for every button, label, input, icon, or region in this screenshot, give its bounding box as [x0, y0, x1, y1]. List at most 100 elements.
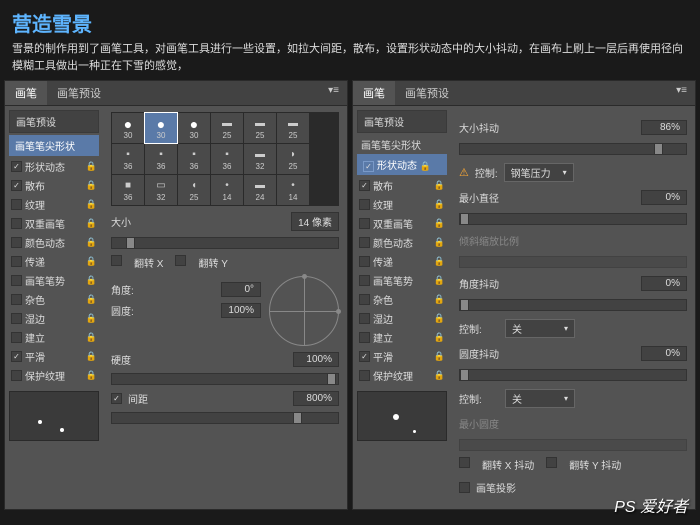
brush-tip-10[interactable]: ▬32 [244, 144, 276, 174]
tab-presets-r[interactable]: 画笔预设 [395, 81, 459, 105]
sidebar-cb-1[interactable] [359, 180, 370, 191]
sidebar-cb-4[interactable] [359, 237, 370, 248]
brush-tip-8[interactable]: ▪36 [178, 144, 210, 174]
brush-tip-5[interactable]: ▬25 [277, 113, 309, 143]
sidebar-item-4[interactable]: 颜色动态🔒 [9, 233, 99, 252]
angle-jitter-slider[interactable] [459, 299, 687, 311]
brush-tip-1[interactable]: ●30 [145, 113, 177, 143]
hardness-slider[interactable] [111, 373, 339, 385]
spacing-value[interactable]: 800% [293, 391, 339, 406]
brush-tip-17[interactable]: •14 [277, 175, 309, 205]
spacing-slider[interactable] [111, 412, 339, 424]
sidebar-item-2[interactable]: 纹理🔒 [9, 195, 99, 214]
shape-dynamics-active[interactable]: 形状动态 🔒 [357, 154, 447, 175]
sidebar-cb-11[interactable] [11, 370, 22, 381]
brush-projection-cb[interactable] [459, 482, 470, 493]
brush-tip-3[interactable]: ▬25 [211, 113, 243, 143]
sidebar-item-11[interactable]: 保护纹理🔒 [357, 366, 447, 385]
sidebar-item-5[interactable]: 传递🔒 [9, 252, 99, 271]
brush-tip-15[interactable]: •14 [211, 175, 243, 205]
sidebar-cb-8[interactable] [359, 313, 370, 324]
sidebar-item-4[interactable]: 颜色动态🔒 [357, 233, 447, 252]
brush-tip-11[interactable]: ◗25 [277, 144, 309, 174]
spacing-checkbox[interactable] [111, 393, 122, 404]
sidebar-cb-10[interactable] [11, 351, 22, 362]
sidebar-cb-6[interactable] [11, 275, 22, 286]
flipx-checkbox[interactable] [111, 255, 122, 266]
tab-presets[interactable]: 画笔预设 [47, 81, 111, 105]
panel-menu-icon-r[interactable]: ▾≡ [668, 81, 695, 105]
sidebar-item-8[interactable]: 湿边🔒 [357, 309, 447, 328]
sidebar-cb-3[interactable] [359, 218, 370, 229]
tab-brush[interactable]: 画笔 [5, 81, 47, 105]
sidebar-item-9[interactable]: 建立🔒 [9, 328, 99, 347]
sidebar-item-1[interactable]: 散布🔒 [9, 176, 99, 195]
sidebar-cb-4[interactable] [11, 237, 22, 248]
sidebar-active[interactable]: 画笔笔尖形状 [9, 135, 99, 156]
sidebar-cb-7[interactable] [359, 294, 370, 305]
round-jitter-slider[interactable] [459, 369, 687, 381]
size-slider[interactable] [111, 237, 339, 249]
flipy-jitter-cb[interactable] [546, 457, 557, 468]
sidebar-head[interactable]: 画笔预设 [9, 110, 99, 133]
sidebar-item-2[interactable]: 纹理🔒 [357, 195, 447, 214]
sidebar-item-3[interactable]: 双重画笔🔒 [357, 214, 447, 233]
flipy-checkbox[interactable] [175, 255, 186, 266]
sidebar-cb-5[interactable] [359, 256, 370, 267]
min-diameter-value[interactable]: 0% [641, 190, 687, 205]
sidebar-item-5[interactable]: 传递🔒 [357, 252, 447, 271]
sidebar-cb-10[interactable] [359, 351, 370, 362]
control2-select[interactable]: 关 [505, 319, 575, 338]
brush-tip-7[interactable]: ▪36 [145, 144, 177, 174]
brush-tip-0[interactable]: ●30 [112, 113, 144, 143]
sidebar-head-r[interactable]: 画笔预设 [357, 110, 447, 133]
brush-tip-9[interactable]: ▪36 [211, 144, 243, 174]
sidebar-item-7[interactable]: 杂色🔒 [357, 290, 447, 309]
brush-tip-16[interactable]: ▬24 [244, 175, 276, 205]
sidebar-cb-6[interactable] [359, 275, 370, 286]
sidebar-cb-7[interactable] [11, 294, 22, 305]
round-jitter-value[interactable]: 0% [641, 346, 687, 361]
angle-value[interactable]: 0° [221, 282, 261, 297]
angle-jitter-value[interactable]: 0% [641, 276, 687, 291]
brush-tip-2[interactable]: ●30 [178, 113, 210, 143]
brush-tip-14[interactable]: ◖25 [178, 175, 210, 205]
sidebar-item-11[interactable]: 保护纹理🔒 [9, 366, 99, 385]
brush-tip-12[interactable]: ■36 [112, 175, 144, 205]
control3-select[interactable]: 关 [505, 389, 575, 408]
sidebar-item-10[interactable]: 平滑🔒 [357, 347, 447, 366]
sidebar-cb-3[interactable] [11, 218, 22, 229]
min-diameter-slider[interactable] [459, 213, 687, 225]
brush-tip-4[interactable]: ▬25 [244, 113, 276, 143]
sidebar-item-6[interactable]: 画笔笔势🔒 [357, 271, 447, 290]
sidebar-item-6[interactable]: 画笔笔势🔒 [9, 271, 99, 290]
brush-tip-6[interactable]: ▪36 [112, 144, 144, 174]
panel-menu-icon[interactable]: ▾≡ [320, 81, 347, 105]
sidebar-cb-5[interactable] [11, 256, 22, 267]
sidebar-cb-1[interactable] [11, 180, 22, 191]
sidebar-cb-0[interactable] [11, 161, 22, 172]
sidebar-item-1[interactable]: 散布🔒 [357, 176, 447, 195]
sidebar-cb-9[interactable] [359, 332, 370, 343]
flipx-jitter-cb[interactable] [459, 457, 470, 468]
brush-tip-13[interactable]: ▭32 [145, 175, 177, 205]
sidebar-item-0[interactable]: 形状动态🔒 [9, 157, 99, 176]
sidebar-item-3[interactable]: 双重画笔🔒 [9, 214, 99, 233]
sidebar-cb-8[interactable] [11, 313, 22, 324]
sidebar-cb-11[interactable] [359, 370, 370, 381]
tip-shape-r[interactable]: 画笔笔尖形状 [361, 137, 445, 152]
sidebar-item-10[interactable]: 平滑🔒 [9, 347, 99, 366]
size-jitter-slider[interactable] [459, 143, 687, 155]
sidebar-item-7[interactable]: 杂色🔒 [9, 290, 99, 309]
sidebar-cb-2[interactable] [359, 199, 370, 210]
hardness-value[interactable]: 100% [293, 352, 339, 367]
size-value[interactable]: 14 像素 [291, 212, 339, 231]
control-select[interactable]: 钢笔压力 [504, 163, 574, 182]
roundness-value[interactable]: 100% [221, 303, 261, 318]
sidebar-item-8[interactable]: 湿边🔒 [9, 309, 99, 328]
tab-brush-r[interactable]: 画笔 [353, 81, 395, 105]
angle-control[interactable] [269, 276, 339, 346]
sidebar-cb-2[interactable] [11, 199, 22, 210]
size-jitter-value[interactable]: 86% [641, 120, 687, 135]
sidebar-item-9[interactable]: 建立🔒 [357, 328, 447, 347]
